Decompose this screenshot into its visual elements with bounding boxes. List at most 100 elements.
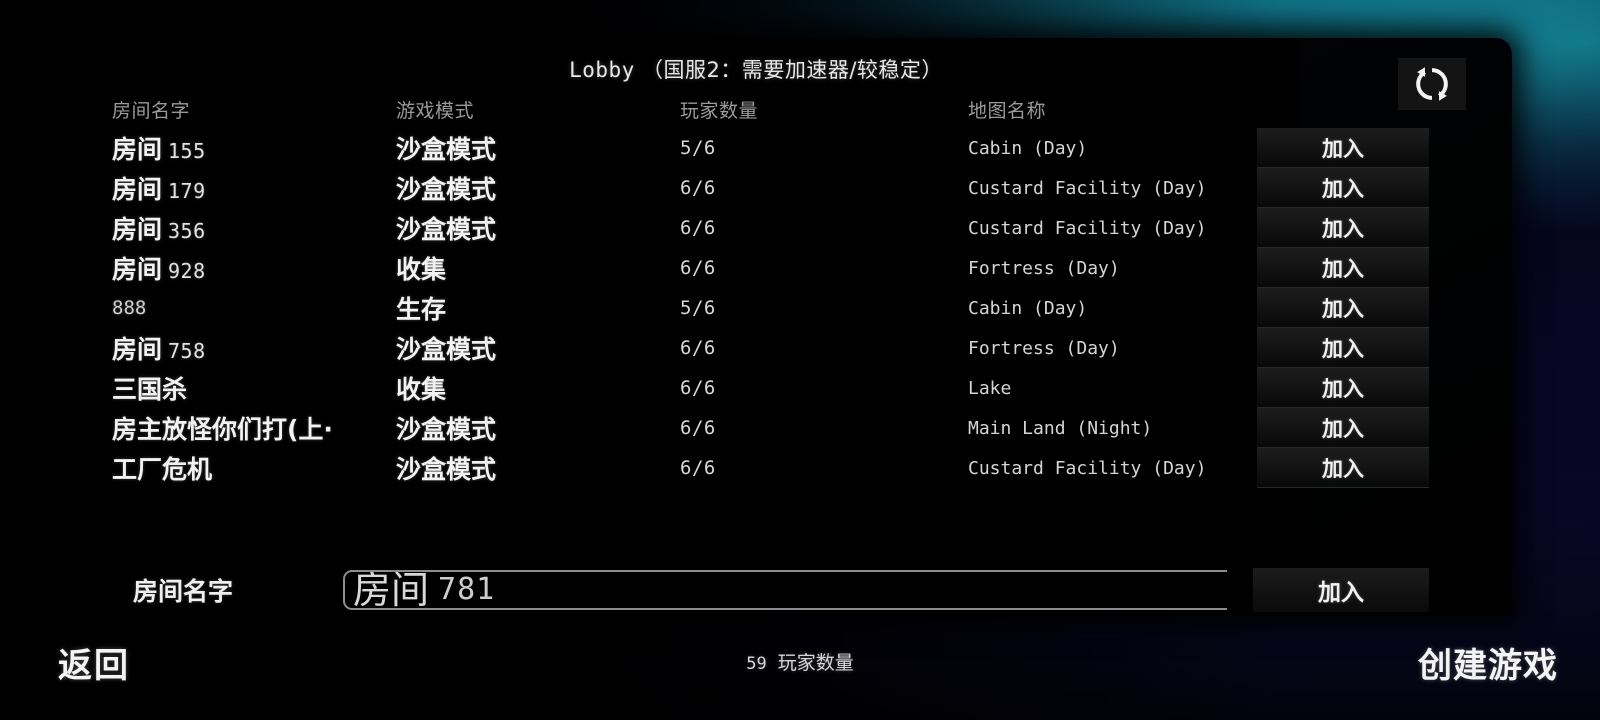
page-title-latin: Lobby <box>569 58 635 82</box>
game-mode-text: 收集 <box>396 255 447 284</box>
room-name-input-number: 781 <box>438 572 496 607</box>
cell-map-name: Custard Facility (Day) <box>968 448 1268 488</box>
cell-game-mode: 沙盒模式 <box>396 128 666 168</box>
cell-room-name: 888 <box>112 288 402 328</box>
room-name-text: 888 <box>112 297 146 319</box>
room-name-number: 155 <box>168 139 206 163</box>
cell-player-count: 6/6 <box>680 248 950 288</box>
join-room-button[interactable]: 加入 <box>1257 208 1429 248</box>
table-row: 房间 356 沙盒模式 6/6 Custard Facility (Day) 加入 <box>0 208 1512 248</box>
column-header-game-mode: 游戏模式 <box>396 99 475 122</box>
column-header-player-count: 玩家数量 <box>680 99 759 122</box>
room-name-input[interactable]: 房间 781 <box>343 570 1227 610</box>
player-count-text: 6/6 <box>680 457 716 479</box>
table-row: 房主放怪你们打(上· 沙盒模式 6/6 Main Land (Night) 加入 <box>0 408 1512 448</box>
cell-player-count: 5/6 <box>680 288 950 328</box>
join-room-button[interactable]: 加入 <box>1257 368 1429 408</box>
map-name-text: Cabin (Day) <box>968 137 1088 159</box>
map-name-text: Main Land (Night) <box>968 417 1153 439</box>
table-row: 房间 155 沙盒模式 5/6 Cabin (Day) 加入 <box>0 128 1512 168</box>
cell-room-name: 房间 758 <box>112 328 402 368</box>
game-mode-text: 沙盒模式 <box>396 215 497 244</box>
cell-map-name: Main Land (Night) <box>968 408 1268 448</box>
game-mode-text: 沙盒模式 <box>396 175 497 204</box>
cell-player-count: 5/6 <box>680 128 950 168</box>
lobby-panel: Lobby （国服2：需要加速器/较稳定） 房间名字 游戏模式 玩家数量 地图名… <box>0 38 1512 616</box>
room-name-label: 房间名字 <box>133 577 234 606</box>
player-count-text: 6/6 <box>680 337 716 359</box>
page-title-server: （国服2：需要加速器/较稳定） <box>641 58 943 82</box>
table-row: 房间 758 沙盒模式 6/6 Fortress (Day) 加入 <box>0 328 1512 368</box>
cell-game-mode: 生存 <box>396 288 666 328</box>
map-name-text: Cabin (Day) <box>968 297 1088 319</box>
join-room-button[interactable]: 加入 <box>1257 288 1429 328</box>
game-lobby-screen: Lobby （国服2：需要加速器/较稳定） 房间名字 游戏模式 玩家数量 地图名… <box>0 0 1600 720</box>
join-room-button[interactable]: 加入 <box>1257 408 1429 448</box>
column-header-room-name: 房间名字 <box>112 99 191 122</box>
room-name-input-text: 房间 <box>353 570 430 610</box>
game-mode-text: 沙盒模式 <box>396 415 497 444</box>
room-name-text: 房间 356 <box>112 215 206 244</box>
game-mode-text: 收集 <box>396 375 447 404</box>
cell-room-name: 房间 928 <box>112 248 402 288</box>
join-room-button[interactable]: 加入 <box>1257 448 1429 488</box>
join-room-button[interactable]: 加入 <box>1257 328 1429 368</box>
player-count-text: 6/6 <box>680 177 716 199</box>
room-rows-container: 房间 155 沙盒模式 5/6 Cabin (Day) 加入 房间 179 沙盒模式 6/6 Cus… <box>0 128 1512 488</box>
cell-player-count: 6/6 <box>680 408 950 448</box>
table-row: 工厂危机 沙盒模式 6/6 Custard Facility (Day) 加入 <box>0 448 1512 488</box>
map-name-text: Fortress (Day) <box>968 257 1120 279</box>
column-header-map-name: 地图名称 <box>968 99 1047 122</box>
table-row: 三国杀 收集 6/6 Lake 加入 <box>0 368 1512 408</box>
room-name-number: 356 <box>168 219 206 243</box>
game-mode-text: 沙盒模式 <box>396 335 497 364</box>
cell-room-name: 房主放怪你们打(上· <box>112 408 402 448</box>
map-name-text: Custard Facility (Day) <box>968 457 1207 479</box>
cell-map-name: Cabin (Day) <box>968 128 1268 168</box>
cell-player-count: 6/6 <box>680 328 950 368</box>
cell-game-mode: 沙盒模式 <box>396 168 666 208</box>
join-by-name-button[interactable]: 加入 <box>1253 568 1429 612</box>
cell-player-count: 6/6 <box>680 208 950 248</box>
cell-game-mode: 收集 <box>396 248 666 288</box>
cell-player-count: 6/6 <box>680 168 950 208</box>
page-title: Lobby （国服2：需要加速器/较稳定） <box>0 54 1512 84</box>
room-name-text: 房间 928 <box>112 255 206 284</box>
game-mode-text: 生存 <box>396 295 447 324</box>
game-mode-text: 沙盒模式 <box>396 135 497 164</box>
bottom-bar: 返回 59 玩家数量 创建游戏 <box>0 628 1600 720</box>
cell-player-count: 6/6 <box>680 448 950 488</box>
map-name-text: Custard Facility (Day) <box>968 217 1207 239</box>
cell-room-name: 房间 179 <box>112 168 402 208</box>
room-name-number: 928 <box>168 259 206 283</box>
total-player-count: 59 玩家数量 <box>0 648 1600 675</box>
cell-map-name: Fortress (Day) <box>968 328 1268 368</box>
cell-room-name: 三国杀 <box>112 368 402 408</box>
map-name-text: Lake <box>968 377 1012 399</box>
map-name-text: Custard Facility (Day) <box>968 177 1207 199</box>
cell-room-name: 房间 356 <box>112 208 402 248</box>
create-game-button[interactable]: 创建游戏 <box>1418 638 1558 687</box>
cell-game-mode: 沙盒模式 <box>396 448 666 488</box>
room-name-text: 工厂危机 <box>112 455 213 484</box>
table-row: 房间 928 收集 6/6 Fortress (Day) 加入 <box>0 248 1512 288</box>
join-room-button[interactable]: 加入 <box>1257 248 1429 288</box>
cell-game-mode: 沙盒模式 <box>396 208 666 248</box>
cell-game-mode: 沙盒模式 <box>396 328 666 368</box>
table-row: 888 生存 5/6 Cabin (Day) 加入 <box>0 288 1512 328</box>
room-name-text: 房间 155 <box>112 135 206 164</box>
player-count-text: 6/6 <box>680 217 716 239</box>
room-name-text: 房间 758 <box>112 335 206 364</box>
cell-map-name: Custard Facility (Day) <box>968 168 1268 208</box>
cell-room-name: 工厂危机 <box>112 448 402 488</box>
room-name-number: 758 <box>168 339 206 363</box>
join-room-button[interactable]: 加入 <box>1257 168 1429 208</box>
table-row: 房间 179 沙盒模式 6/6 Custard Facility (Day) 加入 <box>0 168 1512 208</box>
join-room-button[interactable]: 加入 <box>1257 128 1429 168</box>
cell-player-count: 6/6 <box>680 368 950 408</box>
total-player-count-label: 玩家数量 <box>777 652 854 674</box>
cell-map-name: Cabin (Day) <box>968 288 1268 328</box>
create-room-row: 房间名字 房间 781 加入 <box>0 560 1512 620</box>
cell-room-name: 房间 155 <box>112 128 402 168</box>
map-name-text: Fortress (Day) <box>968 337 1120 359</box>
